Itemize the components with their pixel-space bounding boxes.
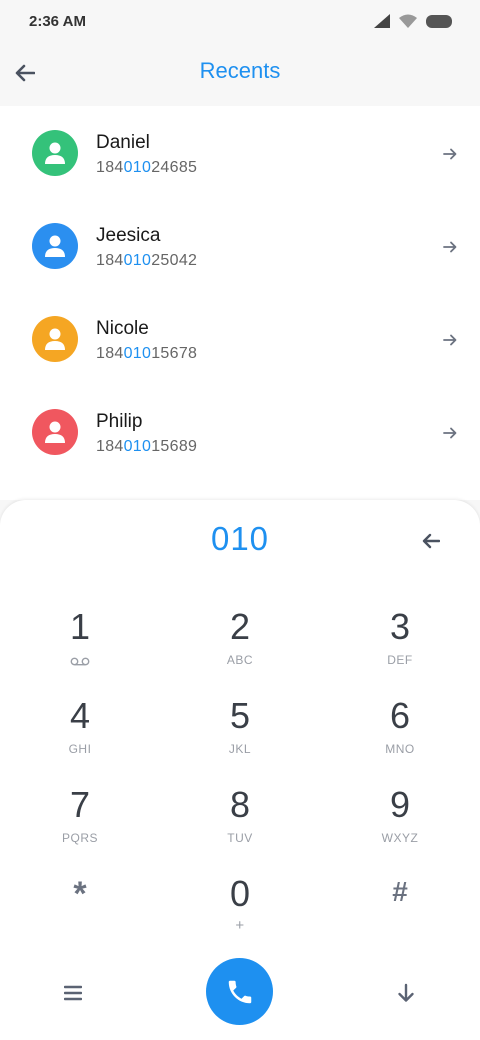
key-digit: 7 <box>69 784 91 825</box>
backspace-arrow-icon <box>422 533 440 549</box>
key-7[interactable]: 7 PQRS <box>20 784 140 864</box>
contact-number: 18401025042 <box>96 252 198 269</box>
arrow-right-icon <box>443 148 457 160</box>
key-3[interactable]: 3 DEF <box>340 606 460 686</box>
key-digit: # <box>392 876 408 907</box>
key-digit: 4 <box>69 695 91 736</box>
app-header: Recents <box>0 44 480 106</box>
avatar <box>32 130 78 176</box>
status-icons <box>374 14 452 28</box>
arrow-down-icon <box>398 983 414 1002</box>
recent-item-nicole[interactable]: Nicole 18401015678 <box>0 292 480 385</box>
key-digit: 5 <box>229 695 251 736</box>
key-letters: MNO <box>385 742 415 756</box>
details-button[interactable] <box>438 143 462 165</box>
key-4[interactable]: 4 GHI <box>20 695 140 775</box>
person-icon <box>45 235 65 257</box>
status-bar: 2:36 AM <box>0 0 480 44</box>
status-time: 2:36 AM <box>29 13 86 30</box>
recent-item-philip[interactable]: Philip 18401015689 <box>0 385 480 478</box>
key-digit: 3 <box>389 606 411 647</box>
key-letters: + <box>235 917 245 934</box>
key-digit: 2 <box>229 606 251 647</box>
contact-number: 18401015678 <box>96 345 198 362</box>
key-digit: 9 <box>389 784 411 825</box>
key-letters: PQRS <box>61 831 98 845</box>
key-letters: ABC <box>226 653 254 667</box>
key-0[interactable]: 0 + <box>180 873 300 953</box>
contact-number: 18401015689 <box>96 438 198 455</box>
key-5[interactable]: 5 JKL <box>180 695 300 775</box>
key-digit: 0 <box>229 873 251 914</box>
contact-name: Philip <box>96 411 143 432</box>
key-digit: 1 <box>69 606 91 647</box>
dial-entry[interactable]: 010 <box>0 520 480 558</box>
contact-name: Daniel <box>96 132 150 153</box>
phone-icon <box>228 980 251 1003</box>
key-2[interactable]: 2 ABC <box>180 606 300 686</box>
contact-number: 18401024685 <box>96 159 198 176</box>
menu-icon <box>64 985 82 1001</box>
call-button[interactable] <box>206 958 273 1025</box>
person-icon <box>45 328 65 350</box>
details-button[interactable] <box>438 422 462 444</box>
key-letters: DEF <box>387 653 413 667</box>
key-letters: JKL <box>228 742 252 756</box>
key-letters: WXYZ <box>381 831 419 845</box>
recent-item-daniel[interactable]: Daniel 18401024685 <box>0 106 480 199</box>
key-hash[interactable]: # <box>340 873 460 953</box>
details-button[interactable] <box>438 329 462 351</box>
person-icon <box>45 142 65 164</box>
key-1[interactable]: 1 <box>20 606 140 686</box>
key-digit: * <box>73 875 87 913</box>
key-digit: 8 <box>229 784 251 825</box>
arrow-right-icon <box>443 427 457 439</box>
menu-button[interactable] <box>56 976 90 1010</box>
arrow-right-icon <box>443 241 457 253</box>
voicemail-icon <box>70 657 90 666</box>
contact-name: Nicole <box>96 318 149 339</box>
number-match: 010 <box>123 252 152 269</box>
contact-name: Jeesica <box>96 225 161 246</box>
cellular-signal-icon <box>374 14 390 28</box>
key-6[interactable]: 6 MNO <box>340 695 460 775</box>
arrow-right-icon <box>443 334 457 346</box>
delete-button[interactable] <box>416 526 446 556</box>
collapse-dialpad-button[interactable] <box>389 976 423 1010</box>
number-match: 010 <box>123 159 152 176</box>
recents-list: Daniel 18401024685 Jeesica 18401025042 N… <box>0 106 480 500</box>
key-star[interactable]: * <box>20 873 140 953</box>
recent-item-jeesica[interactable]: Jeesica 18401025042 <box>0 199 480 292</box>
key-letters: GHI <box>68 742 92 756</box>
battery-icon <box>426 14 452 28</box>
key-9[interactable]: 9 WXYZ <box>340 784 460 864</box>
key-8[interactable]: 8 TUV <box>180 784 300 864</box>
wifi-icon <box>399 14 417 28</box>
person-icon <box>45 421 65 443</box>
key-letters: TUV <box>227 831 253 845</box>
avatar <box>32 316 78 362</box>
details-button[interactable] <box>438 236 462 258</box>
key-digit: 6 <box>389 695 411 736</box>
number-match: 010 <box>123 438 152 455</box>
page-title: Recents <box>199 58 281 83</box>
number-match: 010 <box>123 345 152 362</box>
avatar <box>32 409 78 455</box>
avatar <box>32 223 78 269</box>
